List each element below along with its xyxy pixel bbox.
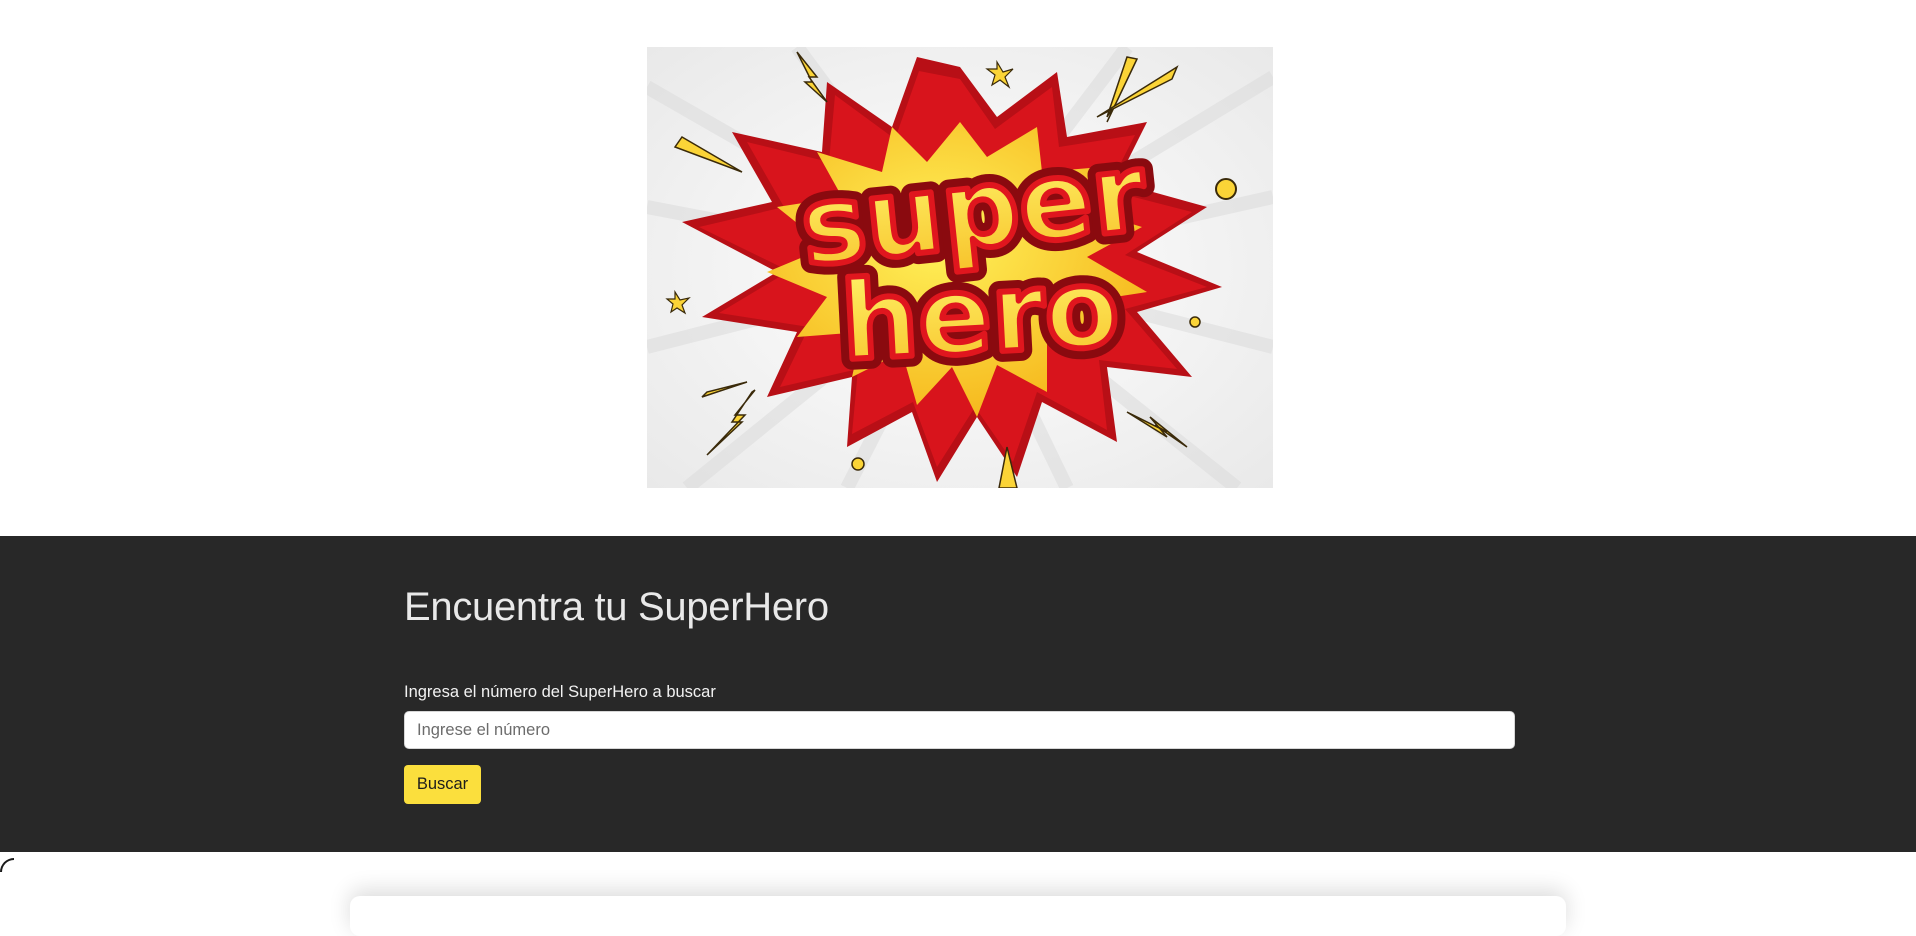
results-card [350, 896, 1566, 936]
page-title: Encuentra tu SuperHero [404, 585, 829, 629]
hero-banner: super super hero hero [0, 0, 1916, 536]
superhero-logo-image: super super hero hero [647, 47, 1273, 488]
page-corner-decoration [0, 858, 14, 872]
svg-text:hero: hero [838, 246, 1122, 385]
superhero-logo-icon: super super hero hero [647, 47, 1273, 488]
search-label: Ingresa el número del SuperHero a buscar [404, 683, 716, 701]
hero-number-input[interactable] [404, 711, 1515, 749]
search-section: Encuentra tu SuperHero Ingresa el número… [0, 536, 1916, 852]
search-button[interactable]: Buscar [404, 765, 481, 804]
